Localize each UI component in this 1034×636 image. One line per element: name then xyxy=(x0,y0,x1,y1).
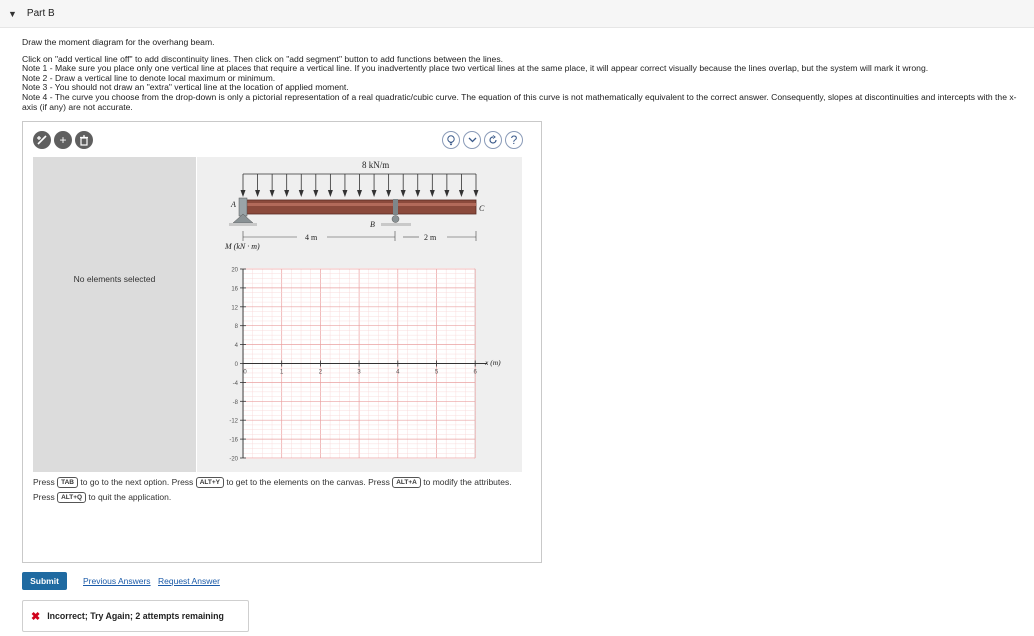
load-arrow-head xyxy=(473,190,479,197)
toolbar-left: + xyxy=(33,131,93,149)
y-tick-label: 16 xyxy=(231,286,238,292)
submit-button[interactable]: Submit xyxy=(22,572,67,590)
trash-icon xyxy=(80,134,88,146)
toolbar-right: ? xyxy=(442,131,523,149)
load-arrow-head xyxy=(458,190,464,197)
dropdown-button[interactable] xyxy=(463,131,481,149)
load-arrow-head xyxy=(298,190,304,197)
load-arrow-head xyxy=(327,190,333,197)
side-panel: No elements selected xyxy=(33,157,196,472)
beam xyxy=(242,199,477,215)
support-b-label: B xyxy=(370,220,375,229)
load-arrow-head xyxy=(444,190,450,197)
load-arrow-head xyxy=(284,190,290,197)
x-axis-label: x (m) xyxy=(484,358,501,367)
y-tick-label: 12 xyxy=(231,305,238,311)
span-ab-label: 4 m xyxy=(305,233,318,242)
beam-highlight xyxy=(243,203,476,206)
load-arrow-head xyxy=(240,190,246,197)
beam-and-grid-svg[interactable]: 8 kN/m A B C 4 m 2 m 201612840-4-8-12-16… xyxy=(197,157,522,472)
key-alt-q: ALT+Q xyxy=(57,492,87,503)
part-title: Part B xyxy=(26,8,55,19)
reset-button[interactable] xyxy=(484,131,502,149)
key-alt-a: ALT+A xyxy=(392,477,421,488)
hint-button[interactable] xyxy=(442,131,460,149)
incorrect-x-icon: ✖ xyxy=(31,610,41,623)
load-arrow-head xyxy=(255,190,261,197)
help-text: to quit the application. xyxy=(88,492,172,502)
help-text: to go to the next option. Press xyxy=(80,477,194,487)
help-icon: ? xyxy=(510,133,518,147)
delete-button[interactable] xyxy=(75,131,93,149)
y-tick-label: 20 xyxy=(231,268,238,274)
instruction-line: Note 4 - The curve you choose from the d… xyxy=(22,91,1017,112)
help-button[interactable]: ? xyxy=(505,131,523,149)
distributed-load xyxy=(240,173,479,197)
key-tab: TAB xyxy=(57,477,78,488)
load-arrow-head xyxy=(371,190,377,197)
support-a-label: A xyxy=(230,200,236,209)
y-tick-labels: 20 16 12 8 4 0 -4 -8 -12 -16 -20 xyxy=(229,268,238,463)
drawing-app: + ? No elements selected 8 kN/m A B C 4 … xyxy=(22,121,542,563)
chevron-down-icon xyxy=(468,137,476,143)
feedback-box: ✖ Incorrect; Try Again; 2 attempts remai… xyxy=(22,600,249,632)
load-label: 8 kN/m xyxy=(362,160,389,170)
y-tick-label: -20 xyxy=(229,457,238,463)
load-arrow-head xyxy=(342,190,348,197)
reset-icon xyxy=(489,135,497,144)
load-arrow-head xyxy=(357,190,362,197)
drawing-canvas[interactable]: 8 kN/m A B C 4 m 2 m 20 16 12 8 4 0 -4 -… xyxy=(197,157,522,472)
keyboard-help: Press TAB to go to the next option. Pres… xyxy=(33,475,523,505)
part-header[interactable]: ▼ Part B xyxy=(0,0,1034,28)
y-axis-label: M (kN · m) xyxy=(224,242,260,251)
load-arrow-head xyxy=(400,190,406,197)
add-vertical-line-button[interactable] xyxy=(33,131,51,149)
y-tick-label: -4 xyxy=(233,381,239,387)
y-tick-label: 0 xyxy=(235,362,239,368)
y-tick-label: 4 xyxy=(235,343,239,349)
request-answer-link[interactable]: Request Answer xyxy=(158,576,220,586)
span-bc-label: 2 m xyxy=(424,233,437,242)
key-alt-y: ALT+Y xyxy=(195,477,224,488)
collapse-caret-icon[interactable]: ▼ xyxy=(8,9,17,19)
help-text: to get to the elements on the canvas. Pr… xyxy=(226,477,390,487)
load-arrow-head xyxy=(415,190,421,197)
load-arrow-head xyxy=(386,190,392,197)
load-arrow-head xyxy=(429,190,435,197)
selection-message: No elements selected xyxy=(73,274,156,284)
y-tick-label: -8 xyxy=(233,400,239,406)
hint-bulb-icon xyxy=(447,134,455,145)
add-segment-icon: + xyxy=(59,133,67,147)
add-vertical-line-icon xyxy=(37,135,47,145)
feedback-text: Incorrect; Try Again; 2 attempts remaini… xyxy=(47,611,224,621)
add-segment-button[interactable]: + xyxy=(54,131,72,149)
y-tick-label: -12 xyxy=(229,419,238,425)
previous-answers-link[interactable]: Previous Answers xyxy=(83,576,151,586)
y-tick-label: -16 xyxy=(229,438,238,444)
load-arrow-head xyxy=(313,190,319,197)
instructions-intro: Draw the moment diagram for the overhang… xyxy=(22,37,215,47)
instructions: Draw the moment diagram for the overhang… xyxy=(22,37,1022,112)
help-text: Press xyxy=(33,477,55,487)
load-arrow-head xyxy=(269,190,275,197)
end-c-label: C xyxy=(479,204,485,213)
dimension-lines xyxy=(242,231,477,241)
x-tick-label: 6 xyxy=(474,370,478,376)
y-tick-label: 8 xyxy=(235,324,239,330)
